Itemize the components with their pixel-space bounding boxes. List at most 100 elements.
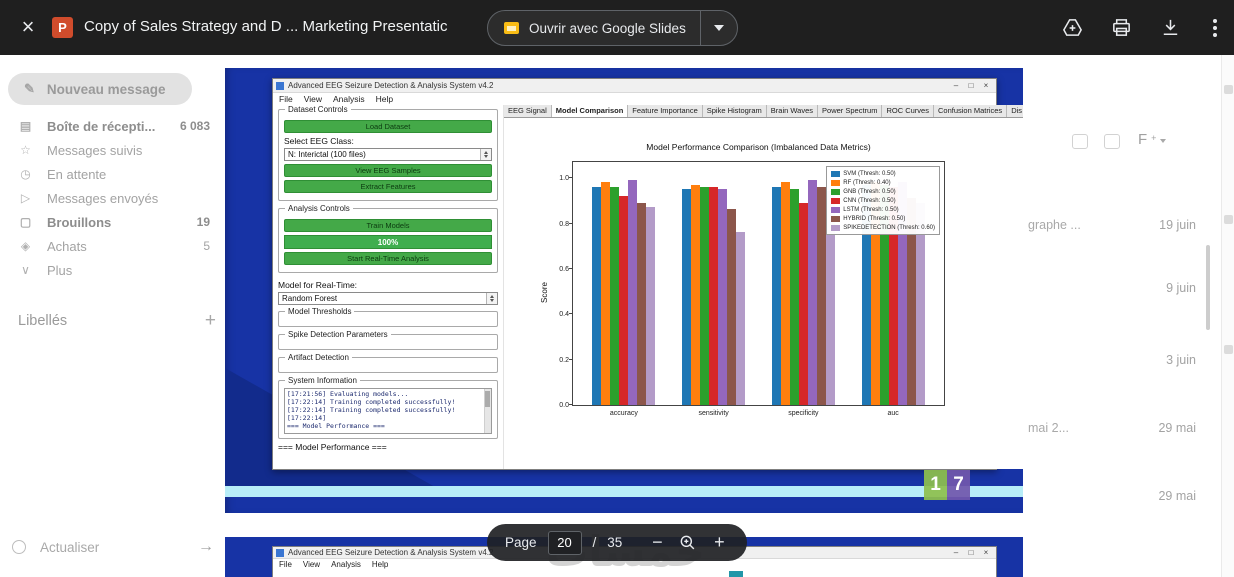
chevron-down-icon: [713, 25, 724, 31]
page-toolbar: Page / 35 − +: [487, 524, 748, 561]
model-performance-footer: === Model Performance ===: [278, 442, 387, 452]
legend-swatch: [831, 179, 841, 186]
tab-roc-curves[interactable]: ROC Curves: [882, 105, 934, 117]
tab-model-comparison[interactable]: Model Comparison: [551, 105, 629, 117]
sidebar-item[interactable]: ☆ Messages suivis: [8, 138, 220, 162]
legend-swatch: [831, 215, 841, 222]
minimize-button[interactable]: –: [949, 547, 963, 559]
train-models-button[interactable]: Train Models: [284, 219, 492, 232]
model-dropdown[interactable]: Random Forest: [278, 292, 498, 305]
sidebar-item[interactable]: ▢ Brouillons 19: [8, 210, 220, 234]
bar-sensitivity: [718, 189, 728, 405]
menu-view[interactable]: View: [303, 560, 320, 569]
arrow-right-icon[interactable]: →: [198, 538, 214, 556]
zoom-in-button[interactable]: +: [709, 532, 729, 553]
load-dataset-button[interactable]: Load Dataset: [284, 120, 492, 133]
menu-analysis[interactable]: Analysis: [333, 94, 365, 104]
spike-detection-group: Spike Detection Parameters: [278, 330, 498, 350]
tab-feature-importance[interactable]: Feature Importance: [628, 105, 703, 117]
bar-specificity: [816, 186, 826, 405]
refresh-row[interactable]: Actualiser →: [12, 538, 214, 556]
add-label-button[interactable]: +: [205, 310, 216, 332]
open-with-main[interactable]: Ouvrir avec Google Slides: [488, 11, 700, 45]
app-body: Dataset Controls Load Dataset Select EEG…: [273, 105, 1023, 469]
tab-spike-histogram[interactable]: Spike Histogram: [702, 105, 767, 117]
menu-file[interactable]: File: [279, 560, 292, 569]
email-date: 29 mai: [1158, 489, 1196, 503]
eeg-class-dropdown[interactable]: N: Interictal (100 files): [284, 148, 492, 161]
screen: ✎ Nouveau message ▤ Boîte de récepti... 6 …: [0, 0, 1234, 577]
sidebar-item[interactable]: ▤ Boîte de récepti... 6 083: [8, 114, 220, 138]
legend-row: LSTM (Thresh: 0.50): [831, 205, 935, 214]
compose-button[interactable]: ✎ Nouveau message: [8, 73, 192, 105]
open-in-new-icon[interactable]: [1104, 134, 1120, 149]
minimize-button[interactable]: –: [949, 80, 963, 92]
legend-swatch: [831, 197, 841, 204]
menu-analysis[interactable]: Analysis: [331, 560, 361, 569]
legend-swatch: [831, 206, 841, 213]
open-with-dropdown[interactable]: [701, 11, 737, 45]
side-panel-icon[interactable]: [1224, 85, 1233, 94]
x-tick-label: auc: [887, 410, 899, 417]
zoom-icon[interactable]: [678, 533, 698, 553]
tab-power-spectrum[interactable]: Power Spectrum: [818, 105, 883, 117]
menu-file[interactable]: File: [279, 94, 293, 104]
input-tools-icon[interactable]: F +: [1138, 131, 1167, 148]
x-tick-label: accuracy: [609, 410, 638, 417]
tab-confusion-matrices[interactable]: Confusion Matrices: [933, 105, 1008, 117]
app-menubar: File View Analysis Help: [273, 93, 996, 105]
log-scrollbar-thumb[interactable]: [485, 391, 490, 407]
sidebar-item-count: 5: [203, 239, 210, 253]
tab-dis[interactable]: Dis: [1007, 105, 1023, 117]
spinner-icon[interactable]: [480, 149, 491, 160]
legend-label: SPIKEDETECTION (Thresh: 0.60): [843, 224, 935, 231]
system-log-box[interactable]: [17:21:56] Evaluating models... [17:22:14…: [284, 388, 492, 434]
sidebar-item[interactable]: ∨ Plus: [8, 258, 220, 282]
print-icon[interactable]: [1110, 16, 1133, 39]
close-window-button[interactable]: ×: [979, 547, 993, 559]
preview-topbar: × P Copy of Sales Strategy and D ... Mar…: [0, 0, 1234, 55]
close-icon[interactable]: ×: [14, 13, 42, 41]
zoom-out-button[interactable]: −: [647, 532, 667, 553]
legend-label: SVM (Thresh: 0.50): [843, 170, 896, 177]
add-to-drive-icon[interactable]: [1061, 16, 1084, 39]
legend-label: LSTM (Thresh: 0.50): [843, 206, 899, 213]
view-eeg-samples-button[interactable]: View EEG Samples: [284, 164, 492, 177]
sidebar-item[interactable]: ◈ Achats 5: [8, 234, 220, 258]
app-icon: [276, 81, 284, 90]
tab-brain-waves[interactable]: Brain Waves: [766, 105, 819, 117]
sidebar-item[interactable]: ◷ En attente: [8, 162, 220, 186]
close-window-button[interactable]: ×: [979, 80, 993, 92]
gmail-nav: ▤ Boîte de récepti... 6 083 ☆ Messages suivi…: [8, 114, 220, 282]
page-number-input[interactable]: [547, 530, 582, 555]
menu-help[interactable]: Help: [376, 94, 393, 104]
page-label: Page: [505, 535, 537, 550]
side-panel-icon[interactable]: [1224, 215, 1233, 224]
more-options-icon[interactable]: [1208, 18, 1222, 37]
spinner-icon[interactable]: [486, 293, 497, 304]
side-panel-icon[interactable]: [1224, 345, 1233, 354]
clock-icon: ◷: [20, 167, 31, 181]
menu-view[interactable]: View: [304, 94, 322, 104]
menu-help[interactable]: Help: [372, 560, 388, 569]
maximize-button[interactable]: □: [964, 547, 978, 559]
x-tick-label: specificity: [788, 410, 819, 417]
y-tick-label: 0.4: [559, 311, 569, 319]
start-realtime-button[interactable]: Start Real-Time Analysis: [284, 252, 492, 265]
download-icon[interactable]: [1159, 16, 1182, 39]
bar-group-accuracy: accuracy: [579, 162, 669, 417]
open-with-label: Ouvrir avec Google Slides: [529, 20, 686, 36]
legend-row: SVM (Thresh: 0.50): [831, 169, 935, 178]
maximize-button[interactable]: □: [964, 80, 978, 92]
group-title: System Information: [285, 376, 360, 385]
log-scrollbar[interactable]: [484, 389, 491, 433]
file-type-badge: P: [52, 17, 73, 38]
extract-features-button[interactable]: Extract Features: [284, 180, 492, 193]
bar-sensitivity: [727, 209, 737, 405]
sidebar-item[interactable]: ▷ Messages envoyés: [8, 186, 220, 210]
tab-eeg-signal[interactable]: EEG Signal: [504, 105, 552, 117]
print-email-icon[interactable]: [1072, 134, 1088, 149]
visualization-panel: EEG Signal Model Comparison Feature Import…: [503, 105, 1023, 469]
scrollbar-thumb[interactable]: [1206, 245, 1210, 330]
window-title: Advanced EEG Seizure Detection & Analysi…: [288, 81, 494, 90]
